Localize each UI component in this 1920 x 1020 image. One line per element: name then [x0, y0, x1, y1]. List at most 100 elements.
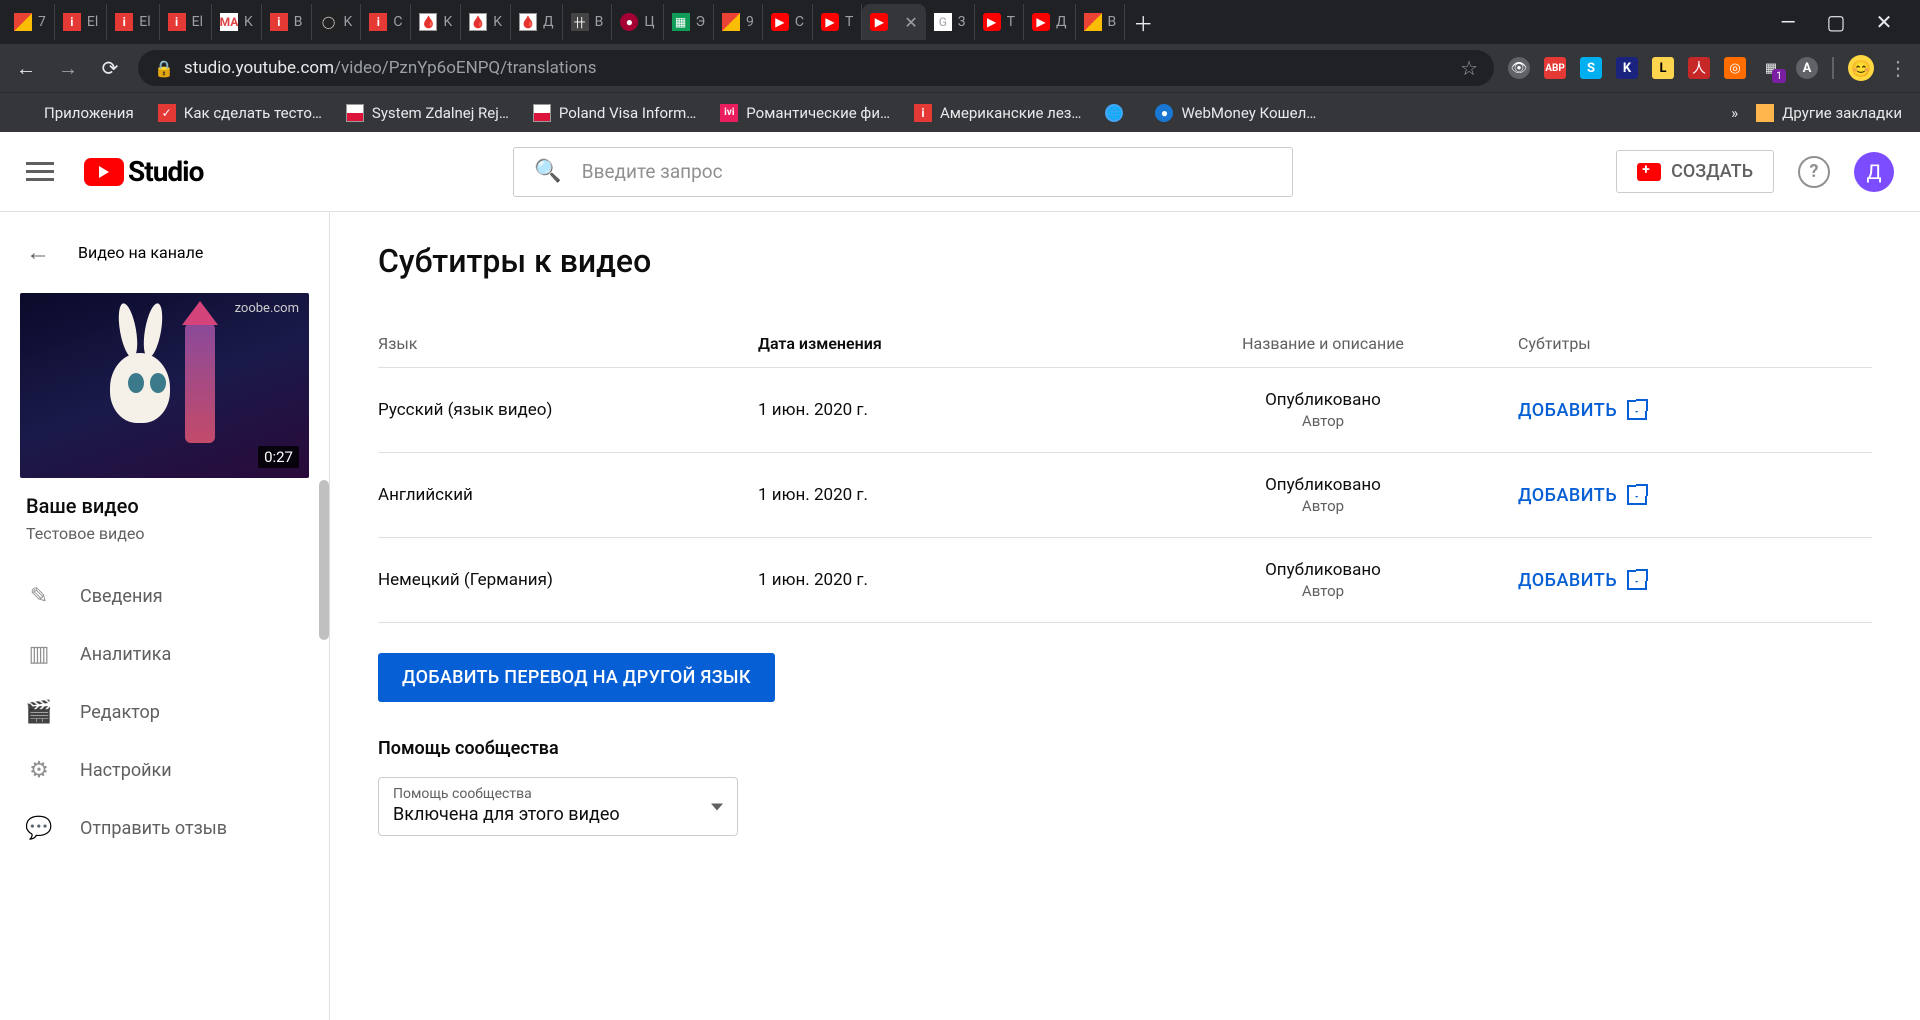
column-description[interactable]: Название и описание [1138, 334, 1508, 353]
folder-icon [1756, 104, 1774, 122]
nav-item-icon: 💬 [26, 815, 52, 841]
studio-logo[interactable]: Studio [84, 155, 203, 188]
browser-tab[interactable]: MAK [212, 4, 262, 40]
extension-icon[interactable]: L [1652, 57, 1674, 79]
window-minimize-button[interactable]: ― [1770, 4, 1806, 40]
bookmark-star-icon[interactable]: ☆ [1460, 56, 1478, 80]
sidebar-nav-item[interactable]: ⚙Настройки [0, 741, 329, 799]
browser-tab[interactable]: iB [262, 4, 312, 40]
menu-button[interactable] [26, 162, 54, 181]
video-thumbnail[interactable]: zoobe.com 0:27 [20, 293, 309, 478]
browser-tab[interactable]: ▶C [763, 4, 813, 40]
bookmark-item[interactable]: 🌐 [1105, 104, 1131, 122]
add-subtitle-link[interactable]: ДОБАВИТЬ [1518, 485, 1872, 506]
browser-tab[interactable]: ▶Д [1024, 4, 1076, 40]
back-button[interactable]: ← [12, 54, 40, 82]
extension-skype-icon[interactable]: S [1580, 57, 1602, 79]
forward-button[interactable]: → [54, 54, 82, 82]
row-status: Опубликовано [1265, 390, 1381, 410]
table-row: Немецкий (Германия) 1 июн. 2020 г. Опубл… [378, 538, 1872, 623]
extension-icon[interactable]: A [1796, 57, 1818, 79]
nav-item-label: Отправить отзыв [80, 818, 227, 839]
new-tab-button[interactable]: ＋ [1125, 4, 1161, 40]
browser-tab[interactable]: ▶T [975, 4, 1024, 40]
extension-abp-icon[interactable]: ABP [1544, 57, 1566, 79]
bookmark-item[interactable]: System Zdalnej Rej… [346, 104, 509, 122]
table-header: Язык Дата изменения Название и описание … [378, 320, 1872, 368]
browser-tab[interactable]: 卄B [563, 4, 613, 40]
extension-pdf-icon[interactable]: 人 [1688, 57, 1710, 79]
add-subtitle-link[interactable]: ДОБАВИТЬ [1518, 570, 1872, 591]
browser-tab[interactable]: ●Ц [612, 4, 663, 40]
window-close-button[interactable]: ✕ [1866, 4, 1902, 40]
browser-tab[interactable]: 7 [6, 4, 55, 40]
tab-favicon: ● [620, 13, 638, 31]
column-subtitles[interactable]: Субтитры [1508, 334, 1872, 353]
browser-tab[interactable]: iC [361, 4, 411, 40]
browser-tab[interactable]: ▦Э [664, 4, 714, 40]
browser-tab[interactable]: В [1076, 4, 1126, 40]
url-field[interactable]: 🔒 studio.youtube.com/video/PznYp6oENPQ/t… [138, 50, 1494, 86]
scrollbar-thumb[interactable] [319, 480, 329, 640]
extension-icon[interactable]: ▦ [1760, 57, 1782, 79]
column-language[interactable]: Язык [378, 334, 758, 353]
bookmark-item[interactable]: ●WebMoney Кошел… [1155, 104, 1316, 122]
browser-tab[interactable]: 🩸Д [511, 4, 563, 40]
add-subtitle-link[interactable]: ДОБАВИТЬ [1518, 400, 1872, 421]
back-to-channel-link[interactable]: ← Видео на канале [0, 238, 329, 293]
help-button[interactable]: ? [1798, 156, 1830, 188]
tab-favicon [14, 13, 32, 31]
browser-tab[interactable]: ▶T [813, 4, 862, 40]
tab-title: T [1007, 14, 1015, 30]
reload-button[interactable]: ⟳ [96, 54, 124, 82]
tab-title: Ц [644, 14, 654, 30]
browser-tab[interactable]: iEl [55, 4, 107, 40]
column-date[interactable]: Дата изменения [758, 334, 1138, 353]
search-box[interactable]: 🔍 [513, 147, 1293, 197]
extension-icon[interactable]: ◎ [1724, 57, 1746, 79]
bookmark-label: Романтические фи… [746, 104, 890, 122]
extensions-tray: 👁 ABP S K L 人 ◎ ▦ A 😊 ⋮ [1508, 55, 1908, 81]
tab-title: Д [1056, 14, 1067, 30]
profile-avatar-icon[interactable]: 😊 [1848, 55, 1874, 81]
browser-tab[interactable]: ◯K [312, 4, 362, 40]
user-avatar[interactable]: Д [1854, 152, 1894, 192]
bookmark-item[interactable]: ✓Как сделать тесто… [158, 104, 322, 122]
browser-tab[interactable]: G3 [926, 4, 975, 40]
bookmark-favicon: i [914, 104, 932, 122]
browser-tab[interactable]: 🩸K [411, 4, 461, 40]
browser-tab[interactable]: iEl [160, 4, 212, 40]
browser-tab[interactable]: ▶✕ [862, 4, 925, 40]
close-icon[interactable]: ✕ [904, 13, 917, 32]
apps-button[interactable]: Приложения [18, 104, 134, 122]
tab-favicon: 🩸 [469, 13, 487, 31]
bookmark-item[interactable]: iviРомантические фи… [720, 104, 890, 122]
sidebar-nav-item[interactable]: 💬 Отправить отзыв [0, 799, 329, 857]
community-help-dropdown[interactable]: Помощь сообщества Включена для этого вид… [378, 777, 738, 836]
youtube-play-icon [84, 158, 124, 186]
bookmark-favicon [346, 104, 364, 122]
create-button[interactable]: СОЗДАТЬ [1616, 150, 1774, 193]
extension-icon[interactable]: 👁 [1508, 57, 1530, 79]
search-input[interactable] [582, 160, 1273, 183]
apps-grid-icon [18, 104, 36, 122]
sidebar-nav-item[interactable]: ✎Сведения [0, 567, 329, 625]
add-language-button[interactable]: ДОБАВИТЬ ПЕРЕВОД НА ДРУГОЙ ЯЗЫК [378, 653, 775, 702]
bookmark-item[interactable]: iАмериканские лез… [914, 104, 1081, 122]
sidebar-nav-item[interactable]: 🎬Редактор [0, 683, 329, 741]
search-icon: 🔍 [534, 159, 561, 184]
browser-menu-button[interactable]: ⋮ [1888, 56, 1908, 80]
window-maximize-button[interactable]: ▢ [1818, 4, 1854, 40]
browser-tab[interactable]: 9 [714, 4, 763, 40]
other-bookmarks-button[interactable]: Другие закладки [1756, 104, 1902, 122]
browser-tab[interactable]: iEl [107, 4, 159, 40]
tab-strip: 7iEliEliElMAKiB◯KiC🩸K🩸K🩸Д卄B●Ц▦Э9▶C▶T▶✕G3… [0, 0, 1920, 44]
sidebar-nav-item[interactable]: ▥Аналитика [0, 625, 329, 683]
nav-item-label: Настройки [80, 760, 172, 781]
bookmark-item[interactable]: Poland Visa Inform… [533, 104, 696, 122]
bookmarks-overflow-button[interactable]: » [1731, 104, 1738, 122]
tab-favicon: ▶ [870, 13, 888, 31]
extension-icon[interactable]: K [1616, 57, 1638, 79]
tab-title: K [244, 14, 253, 30]
browser-tab[interactable]: 🩸K [461, 4, 511, 40]
